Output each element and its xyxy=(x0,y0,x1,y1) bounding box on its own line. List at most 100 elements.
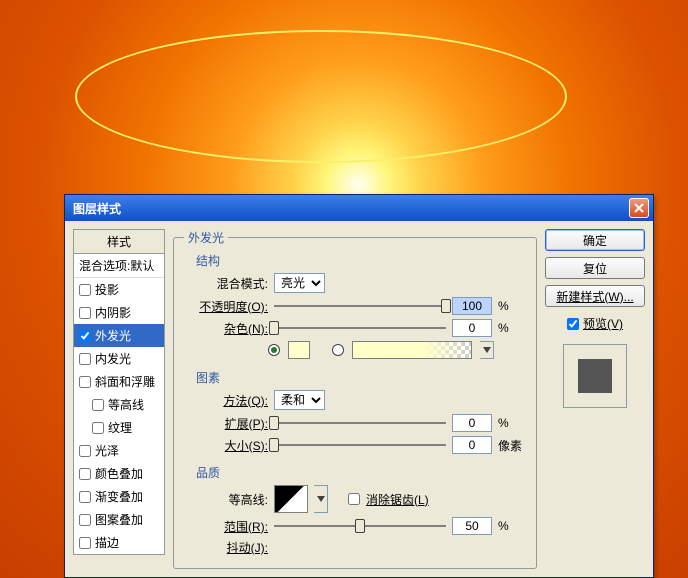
styles-panel: 样式 混合选项:默认 投影 内阴影 外发光 内发光 斜面和浮雕 等高线 纹理 光… xyxy=(73,229,165,569)
noise-row: 杂色(N): 0 % xyxy=(196,319,526,337)
gradient-dropdown[interactable] xyxy=(480,341,494,359)
main-panel: 外发光 结构 混合模式: 亮光 不透明度(O): 100 % 杂色(N): 0 … xyxy=(173,229,537,569)
chk-stroke[interactable] xyxy=(79,537,91,549)
glow-color-row xyxy=(268,341,526,359)
ok-button[interactable]: 确定 xyxy=(545,229,645,251)
contour-label: 等高线: xyxy=(196,491,268,508)
chk-gradient-overlay[interactable] xyxy=(79,491,91,503)
style-label: 斜面和浮雕 xyxy=(95,373,155,390)
size-label: 大小(S): xyxy=(196,437,268,454)
chk-color-overlay[interactable] xyxy=(79,468,91,480)
chk-inner-glow[interactable] xyxy=(79,353,91,365)
percent-unit: % xyxy=(498,299,526,313)
style-row-stroke[interactable]: 描边 xyxy=(74,531,164,554)
style-row-gradient-overlay[interactable]: 渐变叠加 xyxy=(74,485,164,508)
spread-slider[interactable] xyxy=(274,414,446,432)
chk-inner-shadow[interactable] xyxy=(79,307,91,319)
style-label: 外发光 xyxy=(95,327,131,344)
chevron-down-icon xyxy=(483,347,491,353)
noise-slider[interactable] xyxy=(274,319,446,337)
style-label: 光泽 xyxy=(95,442,119,459)
preview-checkbox[interactable] xyxy=(567,318,579,330)
style-row-texture[interactable]: 纹理 xyxy=(74,416,164,439)
gradient-radio[interactable] xyxy=(332,344,344,356)
gradient-swatch[interactable] xyxy=(352,341,472,359)
antialias-checkbox[interactable] xyxy=(348,493,360,505)
style-label: 内阴影 xyxy=(95,304,131,321)
chevron-down-icon xyxy=(317,496,325,502)
spread-value[interactable]: 0 xyxy=(452,414,492,432)
outer-glow-group: 外发光 结构 混合模式: 亮光 不透明度(O): 100 % 杂色(N): 0 … xyxy=(173,229,537,569)
preview-toggle-row: 预览(V) xyxy=(545,315,645,332)
chk-bevel[interactable] xyxy=(79,376,91,388)
blend-options-default[interactable]: 混合选项:默认 xyxy=(74,254,164,278)
style-row-outer-glow[interactable]: 外发光 xyxy=(74,324,164,347)
quality-title: 品质 xyxy=(196,464,526,481)
chk-texture[interactable] xyxy=(92,422,104,434)
opacity-row: 不透明度(O): 100 % xyxy=(196,297,526,315)
style-row-drop-shadow[interactable]: 投影 xyxy=(74,278,164,301)
layer-style-dialog: 图层样式 样式 混合选项:默认 投影 内阴影 外发光 内发光 斜面和浮雕 等高线… xyxy=(64,194,654,578)
range-row: 范围(R): 50 % xyxy=(196,517,526,535)
preview-thumbnail xyxy=(578,359,612,393)
style-row-contour[interactable]: 等高线 xyxy=(74,393,164,416)
blend-default-label: 混合选项:默认 xyxy=(79,257,154,274)
style-label: 投影 xyxy=(95,281,119,298)
contour-row: 等高线: 消除锯齿(L) xyxy=(196,485,526,513)
style-label: 颜色叠加 xyxy=(95,465,143,482)
dialog-titlebar[interactable]: 图层样式 xyxy=(65,195,653,221)
color-radio[interactable] xyxy=(268,344,280,356)
structure-title: 结构 xyxy=(196,252,526,269)
opacity-label: 不透明度(O): xyxy=(196,298,268,315)
right-panel: 确定 复位 新建样式(W)... 预览(V) xyxy=(545,229,645,569)
style-row-inner-glow[interactable]: 内发光 xyxy=(74,347,164,370)
close-button[interactable] xyxy=(629,198,649,218)
antialias-label: 消除锯齿(L) xyxy=(366,491,429,508)
color-swatch[interactable] xyxy=(288,341,310,359)
contour-picker[interactable] xyxy=(274,485,308,513)
styles-list: 混合选项:默认 投影 内阴影 外发光 内发光 斜面和浮雕 等高线 纹理 光泽 颜… xyxy=(73,254,165,555)
range-value[interactable]: 50 xyxy=(452,517,492,535)
close-icon xyxy=(634,203,644,213)
size-value[interactable]: 0 xyxy=(452,436,492,454)
size-row: 大小(S): 0 像素 xyxy=(196,436,526,454)
style-row-bevel[interactable]: 斜面和浮雕 xyxy=(74,370,164,393)
cancel-button[interactable]: 复位 xyxy=(545,257,645,279)
blend-mode-select[interactable]: 亮光 xyxy=(274,273,325,293)
style-label: 内发光 xyxy=(95,350,131,367)
style-row-color-overlay[interactable]: 颜色叠加 xyxy=(74,462,164,485)
noise-value[interactable]: 0 xyxy=(452,319,492,337)
outer-glow-title: 外发光 xyxy=(184,229,228,246)
style-label: 渐变叠加 xyxy=(95,488,143,505)
range-label: 范围(R): xyxy=(196,518,268,535)
range-slider[interactable] xyxy=(274,517,446,535)
chk-outer-glow[interactable] xyxy=(79,330,91,342)
style-label: 描边 xyxy=(95,534,119,551)
spread-label: 扩展(P): xyxy=(196,415,268,432)
chk-pattern-overlay[interactable] xyxy=(79,514,91,526)
method-select[interactable]: 柔和 xyxy=(274,390,325,410)
opacity-slider[interactable] xyxy=(274,297,446,315)
opacity-value[interactable]: 100 xyxy=(452,297,492,315)
spread-row: 扩展(P): 0 % xyxy=(196,414,526,432)
method-row: 方法(Q): 柔和 xyxy=(196,390,526,410)
noise-label: 杂色(N): xyxy=(196,320,268,337)
preview-box xyxy=(563,344,627,408)
chk-drop-shadow[interactable] xyxy=(79,284,91,296)
chk-satin[interactable] xyxy=(79,445,91,457)
style-label: 等高线 xyxy=(108,396,144,413)
blend-mode-label: 混合模式: xyxy=(196,275,268,292)
size-slider[interactable] xyxy=(274,436,446,454)
styles-header[interactable]: 样式 xyxy=(73,229,165,254)
halo-ellipse xyxy=(75,30,567,163)
contour-dropdown[interactable] xyxy=(314,485,328,513)
style-label: 纹理 xyxy=(108,419,132,436)
new-style-button[interactable]: 新建样式(W)... xyxy=(545,285,645,307)
style-label: 图案叠加 xyxy=(95,511,143,528)
style-row-pattern-overlay[interactable]: 图案叠加 xyxy=(74,508,164,531)
chk-contour[interactable] xyxy=(92,399,104,411)
style-row-satin[interactable]: 光泽 xyxy=(74,439,164,462)
blend-mode-row: 混合模式: 亮光 xyxy=(196,273,526,293)
method-label: 方法(Q): xyxy=(196,392,268,409)
style-row-inner-shadow[interactable]: 内阴影 xyxy=(74,301,164,324)
